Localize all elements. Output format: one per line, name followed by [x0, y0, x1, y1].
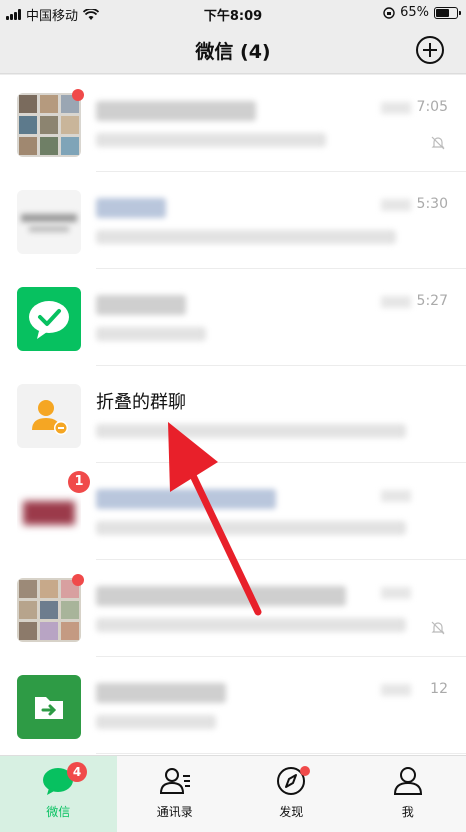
chat-item[interactable]: 12 [0, 657, 466, 754]
unread-dot [72, 574, 84, 586]
tab-discover[interactable]: 发现 [233, 756, 350, 832]
tab-label: 我 [401, 805, 414, 819]
chat-preview-blurred [96, 521, 406, 535]
person-minus-icon [32, 400, 68, 435]
tab-chats[interactable]: 微信 4 [0, 756, 117, 832]
avatar [17, 190, 81, 254]
battery-icon [434, 6, 461, 19]
chat-preview-blurred [96, 133, 326, 147]
tab-label: 发现 [279, 805, 304, 819]
page-title: 微信 (4) [195, 41, 271, 63]
chat-name: 折叠的群聊 [96, 392, 186, 413]
tab-contacts[interactable]: 通讯录 [117, 756, 234, 832]
chat-name-blurred [96, 295, 186, 315]
time-blurred [381, 587, 411, 599]
person-icon [393, 767, 422, 795]
chat-time: 12 [430, 681, 448, 697]
time-blurred [381, 490, 411, 502]
chat-list: 7:05 5:30 5:27 折叠的群聊 1 12 [0, 75, 466, 755]
folded-group-avatar [17, 384, 81, 448]
contacts-icon [159, 768, 190, 794]
time-blurred [381, 102, 411, 114]
time-blurred [381, 684, 411, 696]
chat-time: 5:30 [416, 196, 448, 212]
chat-name-blurred [96, 198, 166, 218]
chat-preview-blurred [96, 715, 216, 729]
rotation-lock-icon [383, 6, 395, 19]
chat-name-blurred [96, 586, 346, 606]
chat-item[interactable]: 5:30 [0, 172, 466, 269]
group-avatar [17, 578, 81, 642]
plus-circle-icon[interactable] [416, 36, 444, 64]
tab-label: 微信 [46, 805, 71, 819]
chat-item-folded-groups[interactable]: 折叠的群聊 [0, 366, 466, 463]
chat-item[interactable]: 7:05 [0, 75, 466, 172]
chat-name-blurred [96, 489, 276, 509]
chat-time: 7:05 [416, 99, 448, 115]
chat-preview-blurred [96, 618, 406, 632]
tab-me[interactable]: 我 [350, 756, 466, 832]
discover-unread-dot [300, 766, 310, 776]
file-transfer-avatar [17, 675, 81, 739]
time-blurred [381, 199, 411, 211]
wechat-pay-avatar [17, 287, 81, 351]
chat-time: 5:27 [416, 293, 448, 309]
tab-bar: 微信 4 通讯录 发现 我 [0, 755, 466, 832]
tab-label: 通讯录 [156, 805, 193, 819]
time-blurred [381, 296, 411, 308]
chat-item[interactable]: 5:27 [0, 269, 466, 366]
chat-preview-blurred [96, 424, 406, 438]
unread-dot [72, 89, 84, 101]
chat-item[interactable] [0, 560, 466, 657]
chat-preview-blurred [96, 230, 396, 244]
nav-bar: 微信 (4) [0, 26, 466, 74]
chat-preview-blurred [96, 327, 206, 341]
chat-name-blurred [96, 683, 226, 703]
chat-item[interactable]: 1 [0, 463, 466, 560]
battery-percent: 65% [400, 5, 429, 20]
status-bar: 中国移动 下午8:09 65% [0, 0, 466, 26]
unread-badge: 1 [68, 471, 90, 493]
mute-bell-icon [431, 621, 445, 635]
status-right: 65% [383, 5, 461, 20]
group-avatar [17, 93, 81, 157]
chat-name-blurred [96, 101, 256, 121]
tab-badge: 4 [67, 762, 87, 782]
mute-bell-icon [431, 136, 445, 150]
